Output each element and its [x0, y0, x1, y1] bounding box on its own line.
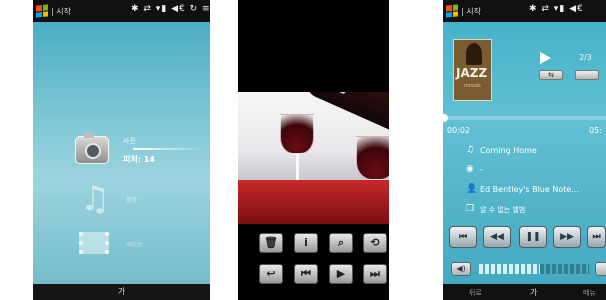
wine-photo [238, 92, 389, 224]
volume-up-icon[interactable] [595, 262, 606, 276]
music-note-icon: ♫ [466, 145, 475, 155]
phone-music-player: | 시작 ✱ ⇄ ▾▮ ◀€ JAZZ moods 2/3 ⇆ 00:02 05… [443, 0, 606, 300]
bottom-bar: 가 [33, 284, 210, 300]
center-softkey[interactable]: 가 [530, 287, 537, 298]
elapsed-time: 00:02 [447, 126, 471, 135]
status-icons: ✱ ⇄ ▾▮ ◀€ ↻ ≡ [131, 4, 210, 14]
next-button[interactable]: ⏭ [363, 264, 387, 284]
song-title: Coming Home [480, 146, 537, 155]
bottom-bar: 뒤로 가 메뉴 [443, 284, 606, 300]
windows-start-icon[interactable] [36, 4, 48, 18]
camera-icon[interactable] [75, 132, 109, 164]
info-button[interactable]: i [294, 233, 318, 253]
rotate-button[interactable]: ⟲ [363, 233, 387, 253]
shuffle-button[interactable] [575, 70, 599, 80]
play-slideshow-button[interactable]: ▶ [329, 264, 353, 284]
phone-photo-viewer: 🗑 i ⌕ ⟲ ↩ ⏮ ▶ ⏭ [238, 0, 389, 300]
song-subline: - [480, 165, 483, 174]
wine-bottle [303, 92, 389, 141]
progress-handle[interactable] [443, 114, 448, 122]
film-strip-icon[interactable] [79, 232, 109, 254]
zoom-button[interactable]: ⌕ [329, 233, 353, 253]
play-indicator-icon [540, 52, 551, 64]
volume-icon[interactable]: ◀) [451, 262, 471, 276]
windows-start-icon[interactable] [446, 4, 458, 18]
bottom-center-softkey[interactable]: 가 [118, 287, 125, 296]
next-track-button[interactable]: ⏭ [587, 226, 606, 248]
wine-glass-left [280, 114, 314, 154]
artist-name: Ed Bentley's Blue Note... [480, 185, 579, 194]
start-label[interactable]: | 시작 [461, 6, 481, 17]
status-icons: ✱ ⇄ ▾▮ ◀€ [529, 4, 584, 14]
album-art-title: JAZZ [456, 66, 488, 80]
wine-glass-right [356, 136, 389, 180]
delete-button[interactable]: 🗑 [259, 233, 283, 253]
total-time: 05: [589, 126, 602, 135]
track-number: 2/3 [579, 53, 592, 62]
album-icon: ❐ [466, 204, 475, 214]
status-bar: | 시작 ✱ ⇄ ▾▮ ◀€ [443, 0, 606, 22]
music-label[interactable]: 음악 [126, 195, 137, 204]
repeat-button[interactable]: ⇆ [539, 70, 563, 80]
disc-icon: ◉ [466, 164, 474, 174]
back-softkey[interactable]: 뒤로 [469, 288, 482, 298]
artist-icon: 👤 [466, 184, 478, 194]
video-label[interactable]: 비디오 [126, 240, 143, 249]
album-art: JAZZ moods [453, 39, 492, 101]
rewind-button[interactable]: ◀◀ [483, 226, 511, 248]
photo-title[interactable]: 사진 [123, 136, 136, 146]
fast-forward-button[interactable]: ▶▶ [553, 226, 581, 248]
volume-slider-remaining [540, 264, 589, 274]
previous-button[interactable]: ⏮ [294, 264, 318, 284]
previous-track-button[interactable]: ⏮ [449, 226, 477, 248]
red-tablecloth [238, 180, 389, 224]
album-art-subtitle: moods [464, 83, 481, 89]
phone-home-screen: | 시작 ✱ ⇄ ▾▮ ◀€ ↻ ≡ 사진 피처: 14 ♫ 음악 비디오 가 [33, 0, 210, 300]
pause-button[interactable]: ❚❚ [519, 226, 547, 248]
photo-count: 피처: 14 [123, 155, 155, 164]
progress-bar[interactable] [443, 116, 606, 120]
menu-softkey[interactable]: 메뉴 [583, 288, 596, 298]
album-name: 알 수 없는 앨범 [480, 206, 526, 214]
volume-slider[interactable] [479, 264, 540, 274]
start-label[interactable]: | 시작 [51, 6, 71, 17]
status-bar: | 시작 ✱ ⇄ ▾▮ ◀€ ↻ ≡ [33, 0, 210, 22]
selection-highlight [133, 148, 203, 150]
music-note-icon[interactable]: ♫ [77, 180, 113, 218]
back-button[interactable]: ↩ [259, 264, 283, 284]
